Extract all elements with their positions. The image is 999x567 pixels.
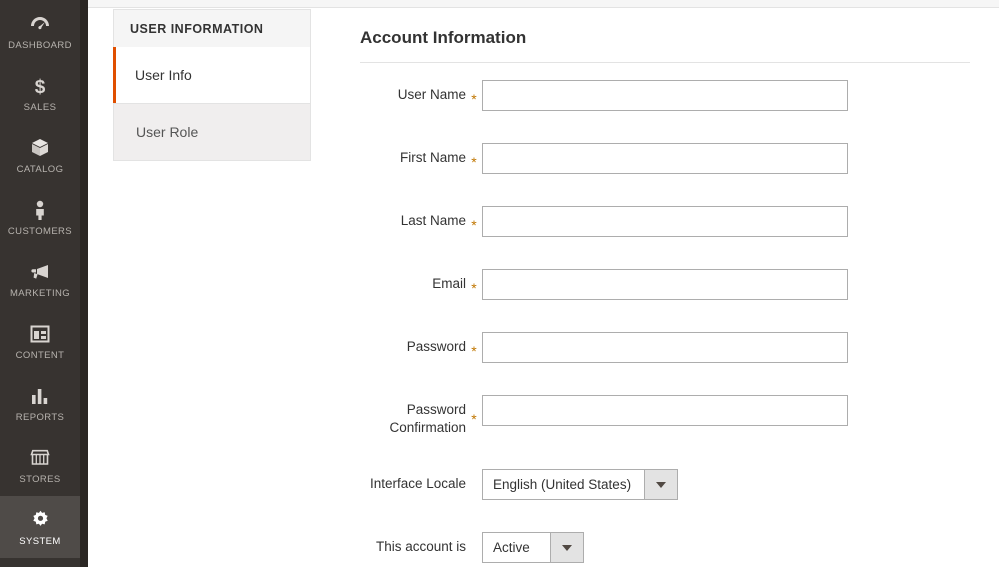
person-icon bbox=[27, 197, 53, 223]
layout-page-icon bbox=[27, 321, 53, 347]
sidebar-item-dashboard[interactable]: DASHBOARD bbox=[0, 0, 80, 62]
storefront-icon bbox=[27, 445, 53, 471]
field-control bbox=[482, 269, 970, 300]
sidebar-item-label: DASHBOARD bbox=[8, 40, 72, 51]
field-label: Email bbox=[432, 276, 466, 291]
account-information-form: Account Information User Name * First Na… bbox=[360, 28, 970, 563]
sidebar-item-marketing[interactable]: MARKETING bbox=[0, 248, 80, 310]
required-marker: * bbox=[471, 342, 477, 359]
email-input[interactable] bbox=[482, 269, 848, 300]
field-row-password-confirmation: Password Confirmation * bbox=[360, 395, 970, 437]
gear-icon bbox=[27, 507, 53, 533]
interface-locale-select[interactable]: English (United States) bbox=[482, 469, 678, 500]
field-row-user-name: User Name * bbox=[360, 80, 970, 111]
field-control bbox=[482, 206, 970, 237]
last-name-input[interactable] bbox=[482, 206, 848, 237]
interface-locale-value: English (United States) bbox=[493, 477, 632, 492]
required-marker-placeholder: * bbox=[466, 473, 482, 497]
required-marker: * bbox=[471, 411, 477, 427]
admin-user-edit-page: DASHBOARD $ SALES CATALOG CUSTOMERS MARK… bbox=[0, 0, 999, 567]
tab-user-info[interactable]: User Info bbox=[113, 47, 311, 104]
sidebar-item-customers[interactable]: CUSTOMERS bbox=[0, 186, 80, 248]
password-input[interactable] bbox=[482, 332, 848, 363]
sidebar-item-label: REPORTS bbox=[15, 412, 65, 423]
field-label: First Name bbox=[399, 150, 466, 165]
field-label: Last Name bbox=[400, 213, 466, 228]
sidebar-item-label: SYSTEM bbox=[19, 536, 61, 547]
field-row-account-status: This account is * Active bbox=[360, 532, 970, 563]
svg-text:$: $ bbox=[35, 77, 46, 98]
required-marker: * bbox=[471, 216, 477, 233]
field-row-interface-locale: Interface Locale * English (United State… bbox=[360, 469, 970, 500]
field-control: English (United States) bbox=[482, 469, 970, 500]
page-top-strip bbox=[88, 0, 999, 8]
sidebar-item-sales[interactable]: $ SALES bbox=[0, 62, 80, 124]
field-control bbox=[482, 143, 970, 174]
tabs-panel-title: USER INFORMATION bbox=[113, 9, 311, 47]
dashboard-gauge-icon bbox=[27, 11, 53, 37]
required-marker: * bbox=[471, 90, 477, 107]
admin-sidebar-nav: DASHBOARD $ SALES CATALOG CUSTOMERS MARK… bbox=[0, 0, 80, 567]
sidebar-item-catalog[interactable]: CATALOG bbox=[0, 124, 80, 186]
field-label: Interface Locale bbox=[369, 476, 466, 491]
field-control bbox=[482, 395, 970, 426]
required-marker: * bbox=[471, 153, 477, 170]
sidebar-item-label: STORES bbox=[19, 474, 61, 485]
tab-user-role[interactable]: User Role bbox=[113, 104, 311, 161]
field-control: Active bbox=[482, 532, 970, 563]
dollar-sign-icon: $ bbox=[27, 73, 53, 99]
first-name-input[interactable] bbox=[482, 143, 848, 174]
field-label: This account is bbox=[375, 539, 466, 554]
sidebar-gutter bbox=[80, 0, 88, 567]
tab-label: User Info bbox=[135, 67, 192, 83]
section-divider bbox=[360, 62, 970, 63]
field-row-email: Email * bbox=[360, 269, 970, 300]
account-status-value: Active bbox=[493, 540, 530, 555]
field-label: Password Confirmation bbox=[389, 402, 466, 435]
required-marker: * bbox=[471, 279, 477, 296]
user-information-tabs-panel: USER INFORMATION User Info User Role bbox=[113, 9, 311, 161]
field-row-first-name: First Name * bbox=[360, 143, 970, 174]
field-control bbox=[482, 332, 970, 363]
section-title: Account Information bbox=[360, 28, 527, 47]
chevron-down-icon[interactable] bbox=[550, 533, 583, 562]
field-row-last-name: Last Name * bbox=[360, 206, 970, 237]
sidebar-item-label: CUSTOMERS bbox=[7, 226, 73, 237]
tab-label: User Role bbox=[136, 124, 199, 140]
sidebar-item-label: SALES bbox=[23, 102, 57, 113]
account-status-select[interactable]: Active bbox=[482, 532, 584, 563]
sidebar-item-label: CATALOG bbox=[16, 164, 64, 175]
field-control bbox=[482, 80, 970, 111]
sidebar-item-reports[interactable]: REPORTS bbox=[0, 372, 80, 434]
sidebar-item-label: MARKETING bbox=[9, 288, 71, 299]
user-name-input[interactable] bbox=[482, 80, 848, 111]
bar-chart-icon bbox=[27, 383, 53, 409]
sidebar-item-stores[interactable]: STORES bbox=[0, 434, 80, 496]
field-label: Password bbox=[406, 339, 466, 354]
sidebar-item-label: CONTENT bbox=[15, 350, 65, 361]
password-confirmation-input[interactable] bbox=[482, 395, 848, 426]
required-marker-placeholder: * bbox=[466, 536, 482, 560]
box-icon bbox=[27, 135, 53, 161]
sidebar-item-system[interactable]: SYSTEM bbox=[0, 496, 80, 558]
field-row-password: Password * bbox=[360, 332, 970, 363]
megaphone-icon bbox=[27, 259, 53, 285]
chevron-down-icon[interactable] bbox=[644, 470, 677, 499]
sidebar-item-content[interactable]: CONTENT bbox=[0, 310, 80, 372]
field-label: User Name bbox=[397, 87, 466, 102]
